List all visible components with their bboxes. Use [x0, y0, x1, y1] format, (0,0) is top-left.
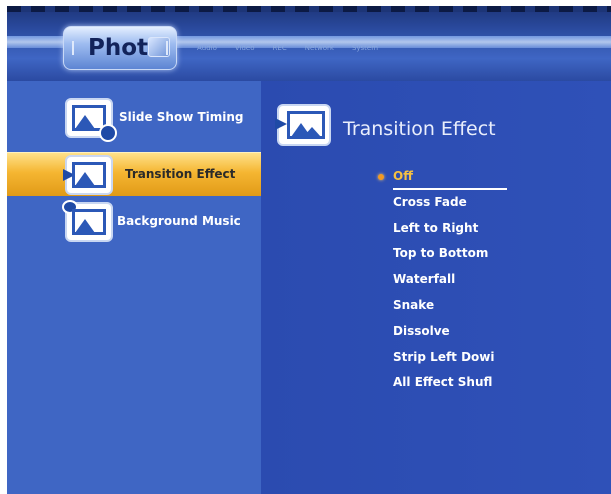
option-cross-fade[interactable]: Cross Fade: [393, 195, 547, 221]
transition-photo-icon: [275, 104, 331, 146]
sidebar-item-label: Background Music: [117, 214, 241, 228]
arrow-shape: [275, 118, 287, 130]
sidebar-item-label: Transition Effect: [125, 167, 236, 181]
mountain-shape: [303, 127, 321, 137]
photo-settings-screen: Photo Audio Video REC Network System Sli…: [7, 6, 611, 494]
option-dissolve[interactable]: Dissolve: [393, 324, 547, 350]
option-waterfall[interactable]: Waterfall: [393, 272, 547, 298]
selected-bullet-icon: [378, 174, 384, 180]
tab-network[interactable]: Network: [305, 44, 334, 52]
settings-sidebar: Slide Show Timing Transition Effect Back…: [7, 81, 261, 494]
option-strip-left-down[interactable]: Strip Left Dowi: [393, 350, 547, 376]
option-all-effect-shuffle[interactable]: All Effect Shufl: [393, 375, 547, 401]
mountain-shape: [75, 219, 95, 233]
top-decor-strip: [7, 6, 611, 12]
tab-system[interactable]: System: [352, 44, 378, 52]
option-top-to-bottom[interactable]: Top to Bottom: [393, 246, 547, 272]
tab-photo[interactable]: Photo: [63, 26, 177, 70]
tab-rec[interactable]: REC: [273, 44, 287, 52]
tab-right-tick: [166, 41, 168, 55]
transition-photo-icon: [63, 155, 113, 195]
music-photo-icon: [62, 200, 113, 242]
tab-audio[interactable]: Audio: [197, 44, 217, 52]
transition-effect-panel: Transition Effect Off Cross Fade Left to…: [261, 81, 611, 494]
clock-badge-shape: [99, 124, 117, 142]
option-left-to-right[interactable]: Left to Right: [393, 221, 547, 247]
mountain-shape: [75, 172, 95, 186]
mountain-shape: [75, 115, 95, 129]
other-tabs: Audio Video REC Network System: [197, 44, 378, 52]
clock-photo-icon: [65, 98, 117, 142]
top-tab-bar: Photo Audio Video REC Network System: [7, 6, 611, 81]
page-title: Transition Effect: [343, 118, 496, 140]
tab-video[interactable]: Video: [235, 44, 255, 52]
transition-options-list: Off Cross Fade Left to Right Top to Bott…: [393, 169, 547, 401]
option-snake[interactable]: Snake: [393, 298, 547, 324]
sidebar-item-background-music[interactable]: Background Music: [7, 200, 261, 244]
sidebar-item-label: Slide Show Timing: [119, 110, 244, 124]
sidebar-item-slide-show-timing[interactable]: Slide Show Timing: [7, 96, 261, 142]
option-off[interactable]: Off: [393, 169, 547, 195]
sidebar-item-transition-effect[interactable]: Transition Effect: [7, 152, 261, 196]
tab-left-tick: [72, 41, 74, 55]
